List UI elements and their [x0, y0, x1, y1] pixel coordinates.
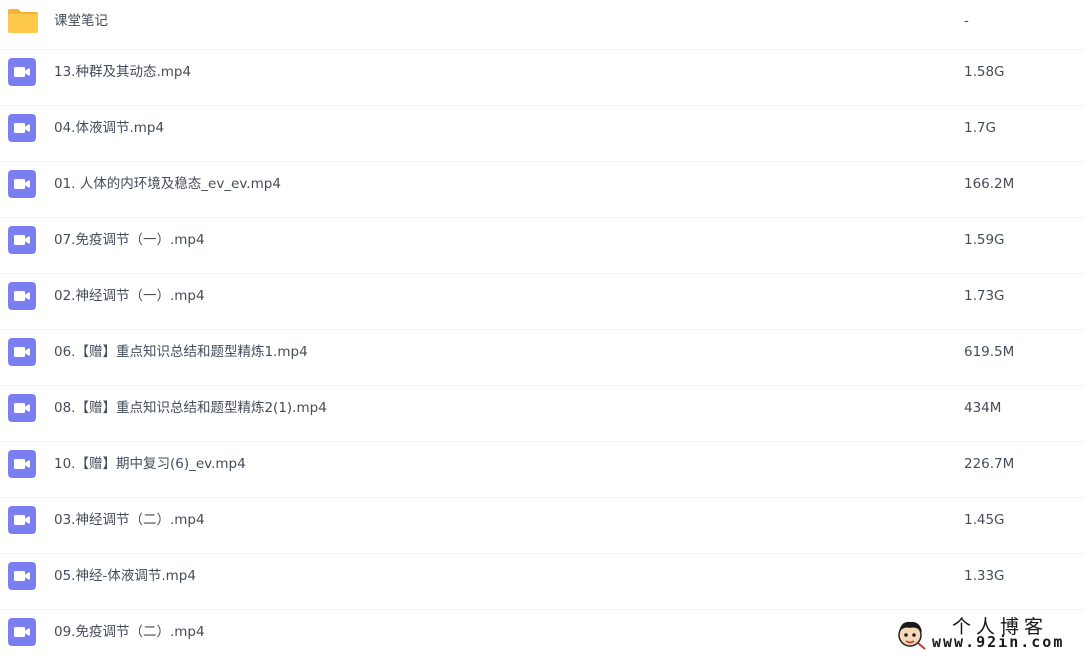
video-file-row[interactable]: 08.【赠】重点知识总结和题型精炼2(1).mp4 434M	[0, 386, 1085, 442]
video-file-icon	[8, 58, 36, 86]
video-file-row[interactable]: 02.神经调节（一）.mp4 1.73G	[0, 274, 1085, 330]
file-name: 08.【赠】重点知识总结和题型精炼2(1).mp4	[54, 400, 327, 416]
file-name: 01. 人体的内环境及稳态_ev_ev.mp4	[54, 176, 281, 192]
blog-watermark: 个人博客 www.92in.com	[892, 612, 1082, 652]
video-file-icon	[8, 450, 36, 478]
watermark-url: www.92in.com	[932, 633, 1065, 651]
file-name: 02.神经调节（一）.mp4	[54, 288, 205, 304]
file-size: 619.5M	[964, 344, 1015, 360]
file-size: 1.73G	[964, 288, 1005, 304]
video-file-icon	[8, 562, 36, 590]
file-name: 10.【赠】期中复习(6)_ev.mp4	[54, 456, 246, 472]
file-name: 课堂笔记	[54, 13, 108, 29]
file-size: 1.45G	[964, 512, 1005, 528]
video-file-row[interactable]: 04.体液调节.mp4 1.7G	[0, 106, 1085, 162]
file-name: 05.神经-体液调节.mp4	[54, 568, 196, 584]
video-file-icon	[8, 506, 36, 534]
video-file-row[interactable]: 01. 人体的内环境及稳态_ev_ev.mp4 166.2M	[0, 162, 1085, 218]
video-file-row[interactable]: 13.种群及其动态.mp4 1.58G	[0, 50, 1085, 106]
video-file-icon	[8, 618, 36, 646]
video-file-icon	[8, 394, 36, 422]
file-name: 06.【赠】重点知识总结和题型精炼1.mp4	[54, 344, 308, 360]
file-name: 04.体液调节.mp4	[54, 120, 165, 136]
video-file-row[interactable]: 06.【赠】重点知识总结和题型精炼1.mp4 619.5M	[0, 330, 1085, 386]
video-file-icon	[8, 338, 36, 366]
file-size: 1.7G	[964, 120, 996, 136]
file-name: 09.免疫调节（二）.mp4	[54, 624, 205, 640]
file-size: 166.2M	[964, 176, 1015, 192]
video-file-icon	[8, 226, 36, 254]
file-size: -	[964, 13, 969, 29]
folder-icon	[7, 7, 39, 35]
video-file-icon	[8, 170, 36, 198]
file-size: 1.33G	[964, 568, 1005, 584]
video-file-icon	[8, 282, 36, 310]
video-file-row[interactable]: 10.【赠】期中复习(6)_ev.mp4 226.7M	[0, 442, 1085, 498]
file-size: 226.7M	[964, 456, 1015, 472]
file-size: 1.59G	[964, 232, 1005, 248]
mascot-logo-icon	[892, 616, 928, 652]
video-file-row[interactable]: 05.神经-体液调节.mp4 1.33G	[0, 554, 1085, 610]
video-file-row[interactable]: 03.神经调节（二）.mp4 1.45G	[0, 498, 1085, 554]
file-size: 1.58G	[964, 64, 1005, 80]
file-size: 434M	[964, 400, 1002, 416]
folder-row[interactable]: 课堂笔记 -	[0, 0, 1085, 50]
file-name: 07.免疫调节（一）.mp4	[54, 232, 205, 248]
file-name: 13.种群及其动态.mp4	[54, 64, 192, 80]
video-file-row[interactable]: 07.免疫调节（一）.mp4 1.59G	[0, 218, 1085, 274]
file-list: 课堂笔记 - 13.种群及其动态.mp4 1.58G 04.体液调节.mp4 1…	[0, 0, 1085, 655]
video-file-icon	[8, 114, 36, 142]
file-name: 03.神经调节（二）.mp4	[54, 512, 205, 528]
